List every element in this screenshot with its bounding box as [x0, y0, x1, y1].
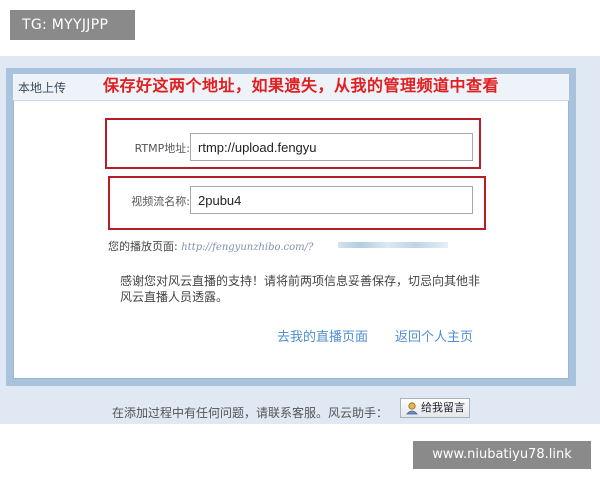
playback-page-url[interactable]: http://fengyunzhibo.com/?	[181, 242, 313, 253]
playback-page-row: 您的播放页面: http://fengyunzhibo.com/?	[108, 238, 313, 254]
leave-message-button[interactable]: 给我留言	[400, 398, 470, 418]
back-to-home-link[interactable]: 返回个人主页	[395, 326, 473, 345]
redacted-url-segment	[338, 242, 448, 248]
tab-local-upload[interactable]: 本地上传	[18, 78, 66, 98]
rtmp-address-field[interactable]	[190, 133, 473, 161]
stream-name-field[interactable]	[190, 186, 473, 214]
save-warning-annotation: 保存好这两个地址，如果遗失，从我的管理频道中查看	[103, 76, 500, 95]
go-to-live-page-link[interactable]: 去我的直播页面	[277, 326, 368, 345]
leave-message-label: 给我留言	[421, 401, 465, 414]
chat-avatar-icon	[406, 402, 418, 415]
site-watermark: www.niubatiyu78.link	[413, 441, 591, 469]
privacy-notice: 感谢您对风云直播的支持！请将前两项信息妥善保存，切忌向其他非风云直播人员透露。	[120, 274, 481, 304]
help-footer-text: 在添加过程中有任何问题，请联系客服。风云助手：	[112, 406, 389, 420]
tg-watermark: TG: MYYJJPP	[10, 10, 135, 40]
playback-page-label: 您的播放页面:	[108, 240, 178, 253]
stream-name-label: 视频流名称:	[131, 195, 190, 208]
rtmp-label: RTMP地址:	[134, 142, 190, 155]
